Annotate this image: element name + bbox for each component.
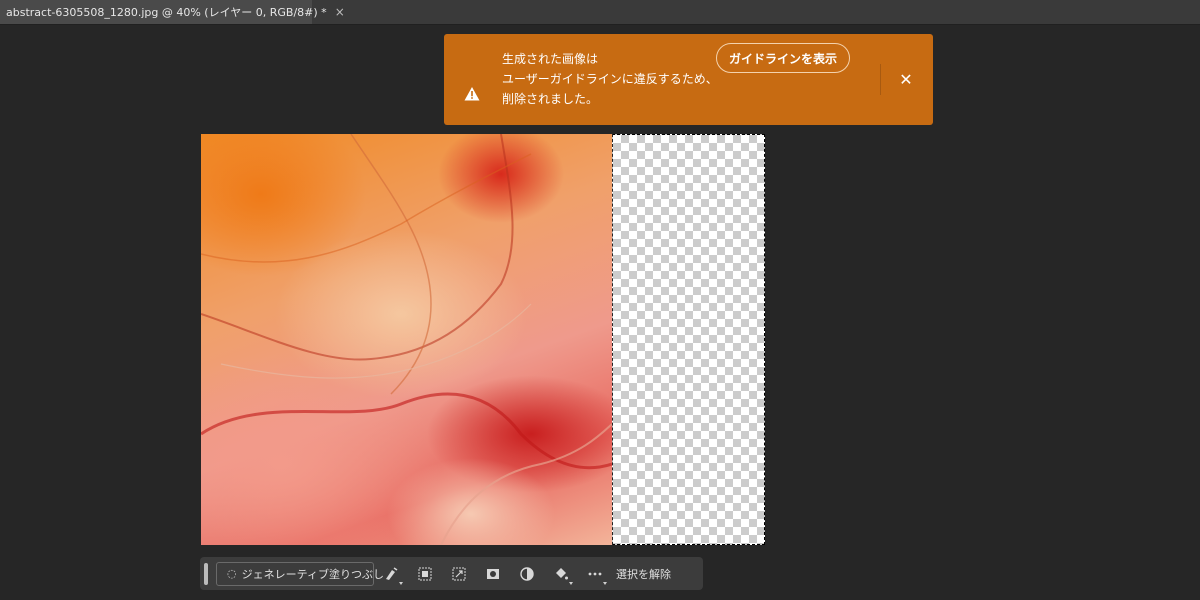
deselect-button[interactable]: 選択を解除 bbox=[616, 566, 671, 582]
modify-selection-icon bbox=[386, 566, 398, 580]
create-mask-icon bbox=[487, 568, 499, 579]
document-tab[interactable]: abstract-6305508_1280.jpg @ 40% (レイヤー 0,… bbox=[0, 0, 345, 24]
adjustment-layer-icon bbox=[520, 566, 534, 581]
toast-message-line: 削除されました。 bbox=[502, 92, 599, 106]
select-inverse-button[interactable] bbox=[408, 560, 442, 588]
sparkle-icon: ◌ bbox=[227, 567, 237, 580]
ink-vein-lines bbox=[201, 134, 612, 545]
document-tab-title: abstract-6305508_1280.jpg @ 40% (レイヤー 0,… bbox=[6, 6, 327, 19]
toast-message-line: ユーザーガイドラインに違反するため、 bbox=[502, 72, 718, 86]
abstract-ink-image bbox=[201, 134, 612, 545]
contextual-task-bar: ◌ ジェネレーティブ塗りつぶし 選択を解除 bbox=[200, 557, 703, 590]
toast-message: 生成された画像は ユーザーガイドラインに違反するため、 削除されました。 bbox=[502, 49, 722, 109]
chevron-down-icon bbox=[399, 581, 403, 585]
transform-selection-button[interactable] bbox=[442, 560, 476, 588]
modify-selection-button[interactable] bbox=[374, 560, 408, 588]
generative-fill-button[interactable]: ◌ ジェネレーティブ塗りつぶし bbox=[216, 561, 384, 586]
chevron-down-icon bbox=[569, 581, 573, 585]
warning-triangle-icon bbox=[464, 87, 480, 101]
create-mask-button[interactable] bbox=[476, 560, 510, 588]
more-options-icon bbox=[588, 572, 602, 575]
toast-divider bbox=[880, 64, 881, 95]
select-inverse-icon bbox=[418, 567, 432, 580]
close-toast-icon[interactable]: ✕ bbox=[896, 70, 916, 90]
warning-toast: 生成された画像は ユーザーガイドラインに違反するため、 削除されました。 ガイド… bbox=[444, 34, 933, 125]
document-canvas[interactable] bbox=[201, 134, 765, 545]
close-tab-icon[interactable]: × bbox=[335, 5, 345, 19]
fill-selection-icon bbox=[556, 567, 568, 579]
fill-selection-button[interactable] bbox=[544, 560, 578, 588]
generative-fill-label: ジェネレーティブ塗りつぶし bbox=[241, 567, 385, 581]
more-options-button[interactable] bbox=[578, 560, 612, 588]
toast-message-line: 生成された画像は bbox=[502, 52, 599, 66]
drag-handle[interactable] bbox=[204, 562, 208, 585]
transparent-selection-area[interactable] bbox=[612, 134, 765, 545]
view-guidelines-button[interactable]: ガイドラインを表示 bbox=[716, 43, 850, 73]
transform-selection-icon bbox=[452, 567, 466, 580]
adjustment-layer-button[interactable] bbox=[510, 560, 544, 588]
chevron-down-icon bbox=[603, 581, 607, 585]
document-tab-bar: abstract-6305508_1280.jpg @ 40% (レイヤー 0,… bbox=[0, 0, 1200, 25]
